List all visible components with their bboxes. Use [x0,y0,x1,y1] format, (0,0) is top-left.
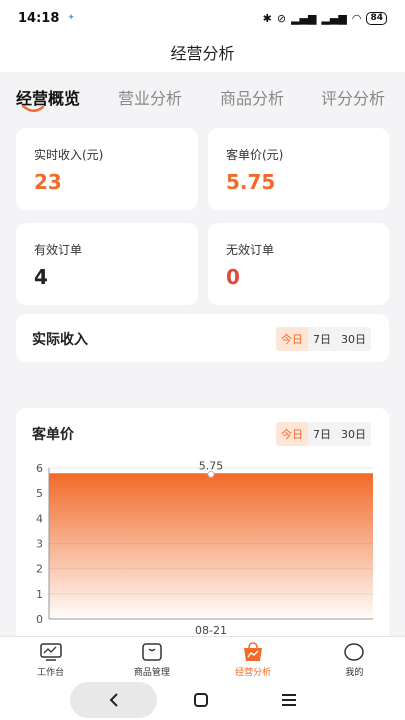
nav-label: 我的 [345,667,364,678]
system-nav-bar [0,682,405,720]
metric-card-realtime-income[interactable]: 实时收入(元) 23 [16,128,198,210]
monitor-icon [39,642,62,661]
status-bar: 14:18 ✦ ✱ ⊘ ▂▄▆ ▂▄▆ ◠ 84 [0,0,405,36]
metric-value: 0 [226,265,240,289]
avg-price-title: 客单价 [32,427,74,443]
range-30d-button[interactable]: 30日 [336,327,371,351]
metric-card-invalid-orders[interactable]: 无效订单 0 [208,223,389,305]
chart-bag-icon [244,641,263,661]
range-7d-button[interactable]: 7日 [308,422,336,446]
status-icons: ✱ ⊘ ▂▄▆ ▂▄▆ ◠ 84 [262,11,387,25]
metric-label: 客单价(元) [226,148,284,162]
range-30d-button[interactable]: 30日 [336,422,371,446]
tab-active-indicator [22,105,44,112]
y-tick-label: 0 [36,613,43,626]
range-today-button[interactable]: 今日 [276,327,308,351]
tab-business[interactable]: 营业分析 [118,85,182,109]
bluetooth-icon: ✱ [262,11,272,25]
nav-item-workbench[interactable]: 工作台 [0,637,101,682]
metric-label: 无效订单 [226,243,275,257]
bottom-nav: 工作台 商品管理 经营分析 我的 [0,636,405,682]
menu-lines-icon [282,694,296,706]
back-arrow-icon [70,682,157,718]
x-tick-label: 08-21 [195,624,227,636]
location-dot-icon: ✦ [67,13,75,23]
tab-bar: 经营概览 营业分析 商品分析 评分分析 [0,72,405,118]
area-fill [49,474,373,619]
actual-income-range-selector: 今日 7日 30日 [276,327,371,351]
range-today-button[interactable]: 今日 [276,422,308,446]
status-time: 14:18 [18,10,60,26]
y-tick-label: 6 [36,462,43,475]
nav-item-me[interactable]: 我的 [304,637,405,682]
metric-label: 有效订单 [34,243,83,257]
signal-icon: ▂▄▆ [291,11,317,25]
nav-label: 商品管理 [133,667,170,678]
metric-card-valid-orders[interactable]: 有效订单 4 [16,223,198,305]
home-square-icon [194,693,208,707]
actual-income-title: 实际收入 [32,332,88,348]
battery-icon: 84 [366,11,387,25]
metric-card-avg-price[interactable]: 客单价(元) 5.75 [208,128,389,210]
mute-icon: ⊘ [276,11,287,25]
box-icon [142,642,162,661]
metric-label: 实时收入(元) [34,148,104,162]
y-tick-label: 2 [36,563,43,576]
signal-icon-2: ▂▄▆ [321,11,347,25]
home-button[interactable] [186,682,216,718]
nav-label: 经营分析 [235,667,272,678]
page-title: 经营分析 [0,36,405,72]
wifi-icon: ◠ [351,11,362,25]
avg-price-range-selector: 今日 7日 30日 [276,422,371,446]
nav-item-products[interactable]: 商品管理 [101,637,202,682]
data-label: 5.75 [199,459,224,472]
metric-value: 23 [34,170,62,194]
avg-price-area-chart: 0 1 2 3 4 5 6 5.75 08-21 [36,459,373,636]
tab-products[interactable]: 商品分析 [220,85,284,109]
tab-ratings[interactable]: 评分分析 [321,85,385,109]
range-7d-button[interactable]: 7日 [308,327,336,351]
metric-value: 4 [34,265,48,289]
actual-income-card: 实际收入 今日 7日 30日 [16,314,389,362]
y-tick-label: 5 [36,487,43,500]
menu-button[interactable] [274,682,304,718]
person-icon [344,642,365,661]
y-tick-label: 1 [36,588,43,601]
nav-label: 工作台 [37,667,65,678]
y-tick-label: 3 [36,538,43,551]
y-tick-label: 4 [36,512,43,525]
nav-item-analytics[interactable]: 经营分析 [203,637,304,682]
metric-value: 5.75 [226,170,276,194]
